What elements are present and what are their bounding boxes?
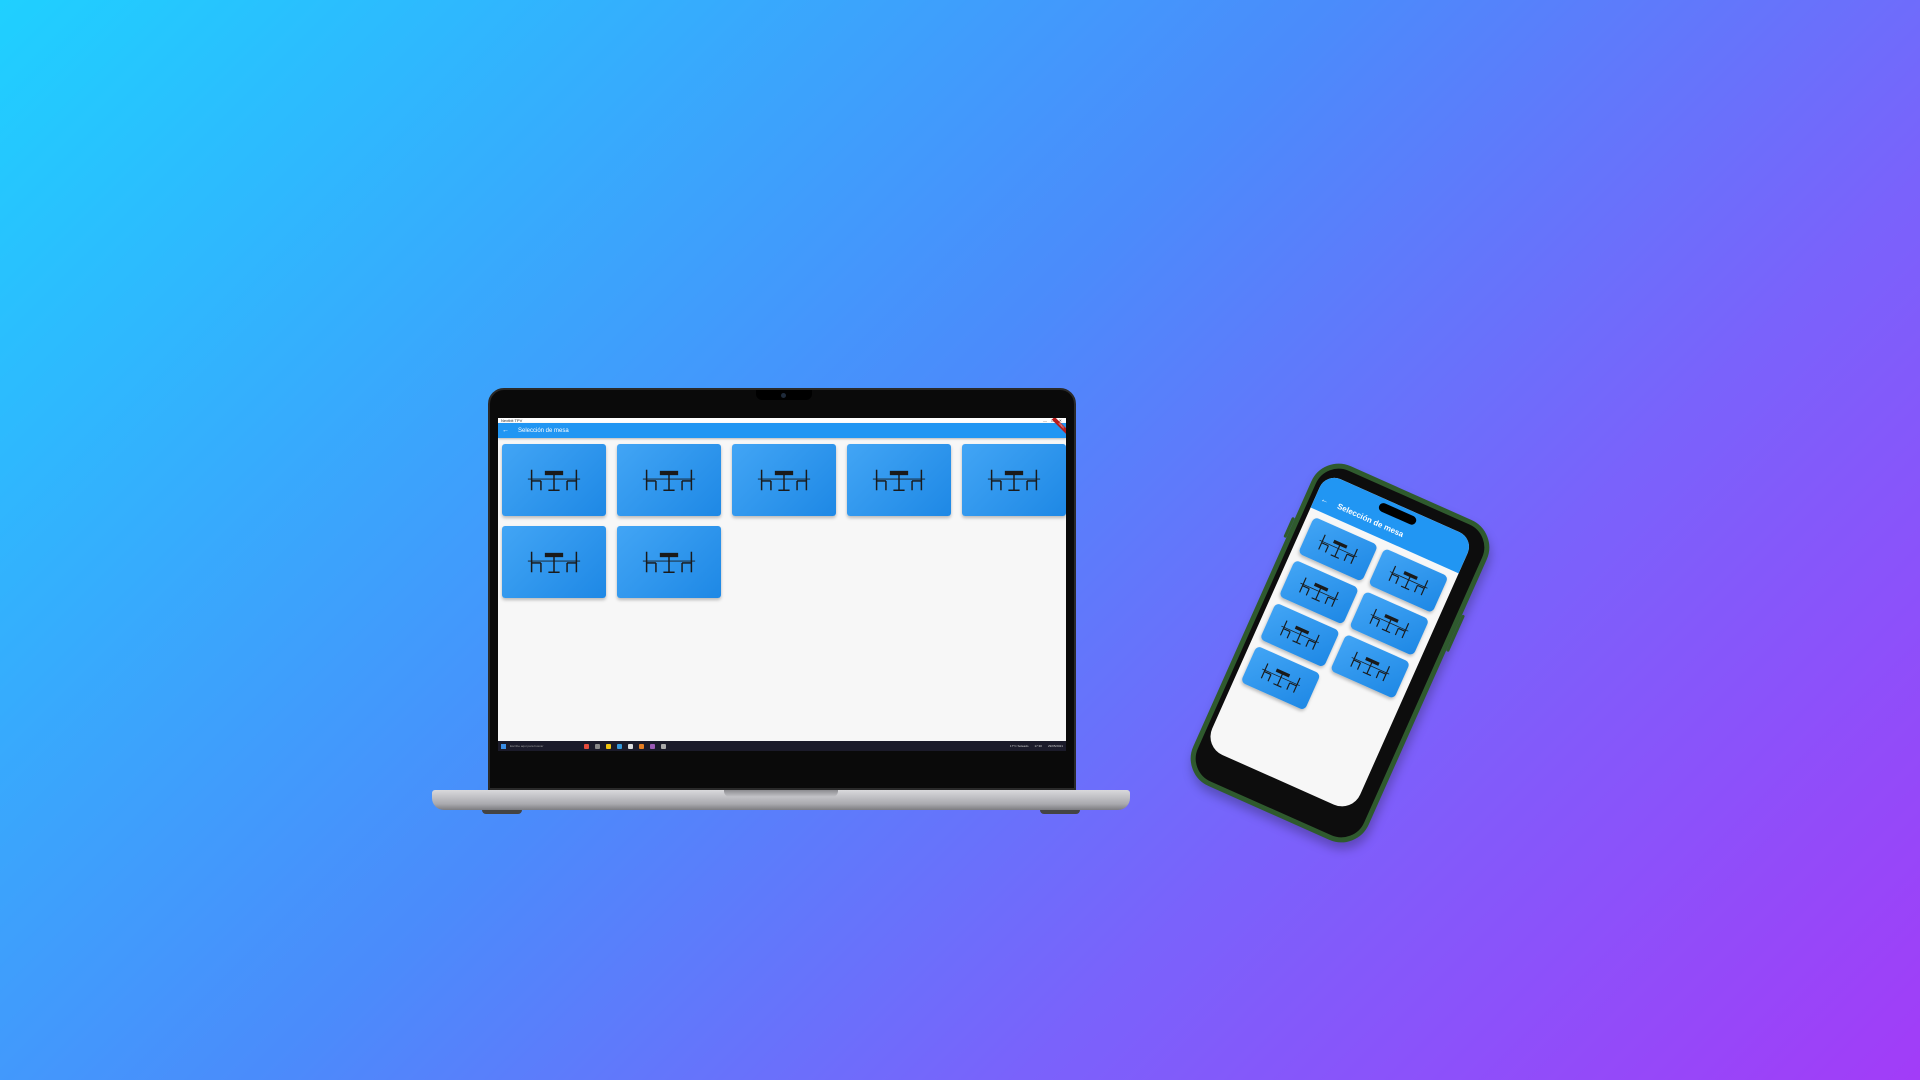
table-chairs-icon bbox=[1279, 620, 1320, 650]
taskbar-app-icon[interactable] bbox=[595, 743, 600, 749]
taskbar-app-icon[interactable] bbox=[639, 743, 644, 749]
table-chairs-icon bbox=[1260, 663, 1301, 693]
window-title: Nextbit TPV bbox=[501, 418, 523, 423]
table-chairs-icon bbox=[872, 469, 926, 492]
table-chairs-icon bbox=[1369, 608, 1410, 639]
table-grid bbox=[498, 438, 1066, 604]
laptop-screen: Nextbit TPV — ☐ ✕ ← Selección de mesa DE… bbox=[498, 418, 1066, 751]
laptop-table-card[interactable] bbox=[732, 444, 836, 516]
laptop-foot bbox=[482, 810, 522, 814]
back-arrow-icon[interactable]: ← bbox=[1319, 494, 1330, 505]
system-tray: 17°C Soleado 17:30 29/05/2021 bbox=[1010, 744, 1063, 748]
laptop-foot bbox=[1040, 810, 1080, 814]
laptop-table-card[interactable] bbox=[847, 444, 951, 516]
page-title: Selección de mesa bbox=[518, 427, 569, 434]
laptop-table-card[interactable] bbox=[617, 526, 721, 598]
windows-start-icon[interactable] bbox=[501, 743, 506, 749]
windows-taskbar: Escribe aquí para buscar 17°C Soleado 17… bbox=[498, 741, 1066, 751]
taskbar-app-icon[interactable] bbox=[584, 743, 589, 749]
weather-status[interactable]: 17°C Soleado bbox=[1010, 744, 1029, 748]
table-chairs-icon bbox=[1299, 577, 1339, 607]
taskbar-app-icon[interactable] bbox=[650, 743, 655, 749]
taskbar-app-icon[interactable] bbox=[617, 743, 622, 749]
table-chairs-icon bbox=[527, 551, 581, 574]
phone-mockup: ← Selección de mesa bbox=[1181, 454, 1499, 852]
folder-icon[interactable] bbox=[606, 743, 611, 749]
table-chairs-icon bbox=[642, 551, 696, 574]
table-chairs-icon bbox=[1350, 651, 1391, 682]
table-chairs-icon bbox=[642, 469, 696, 492]
table-chairs-icon bbox=[1318, 534, 1358, 564]
date[interactable]: 29/05/2021 bbox=[1048, 744, 1063, 748]
taskbar-apps bbox=[584, 743, 666, 749]
taskbar-search-input[interactable]: Escribe aquí para buscar bbox=[510, 744, 580, 748]
laptop-table-card[interactable] bbox=[502, 526, 606, 598]
back-arrow-icon[interactable]: ← bbox=[502, 427, 509, 434]
laptop-table-card[interactable] bbox=[617, 444, 721, 516]
laptop-hinge bbox=[724, 790, 838, 797]
app-bar: ← Selección de mesa DEBUG bbox=[498, 418, 1066, 438]
laptop-lid: Nextbit TPV — ☐ ✕ ← Selección de mesa DE… bbox=[488, 388, 1076, 790]
laptop-table-card[interactable] bbox=[502, 444, 606, 516]
table-chairs-icon bbox=[1388, 565, 1429, 596]
chrome-icon[interactable] bbox=[628, 743, 633, 749]
taskbar-app-icon[interactable] bbox=[661, 743, 666, 749]
minimize-button[interactable]: — bbox=[1043, 418, 1047, 423]
table-chairs-icon bbox=[527, 469, 581, 492]
table-chairs-icon bbox=[987, 469, 1041, 492]
table-chairs-icon bbox=[757, 469, 811, 492]
laptop-camera bbox=[781, 393, 786, 398]
laptop-mockup: Nextbit TPV — ☐ ✕ ← Selección de mesa DE… bbox=[432, 388, 1130, 818]
clock[interactable]: 17:30 bbox=[1034, 744, 1042, 748]
laptop-table-card[interactable] bbox=[962, 444, 1066, 516]
